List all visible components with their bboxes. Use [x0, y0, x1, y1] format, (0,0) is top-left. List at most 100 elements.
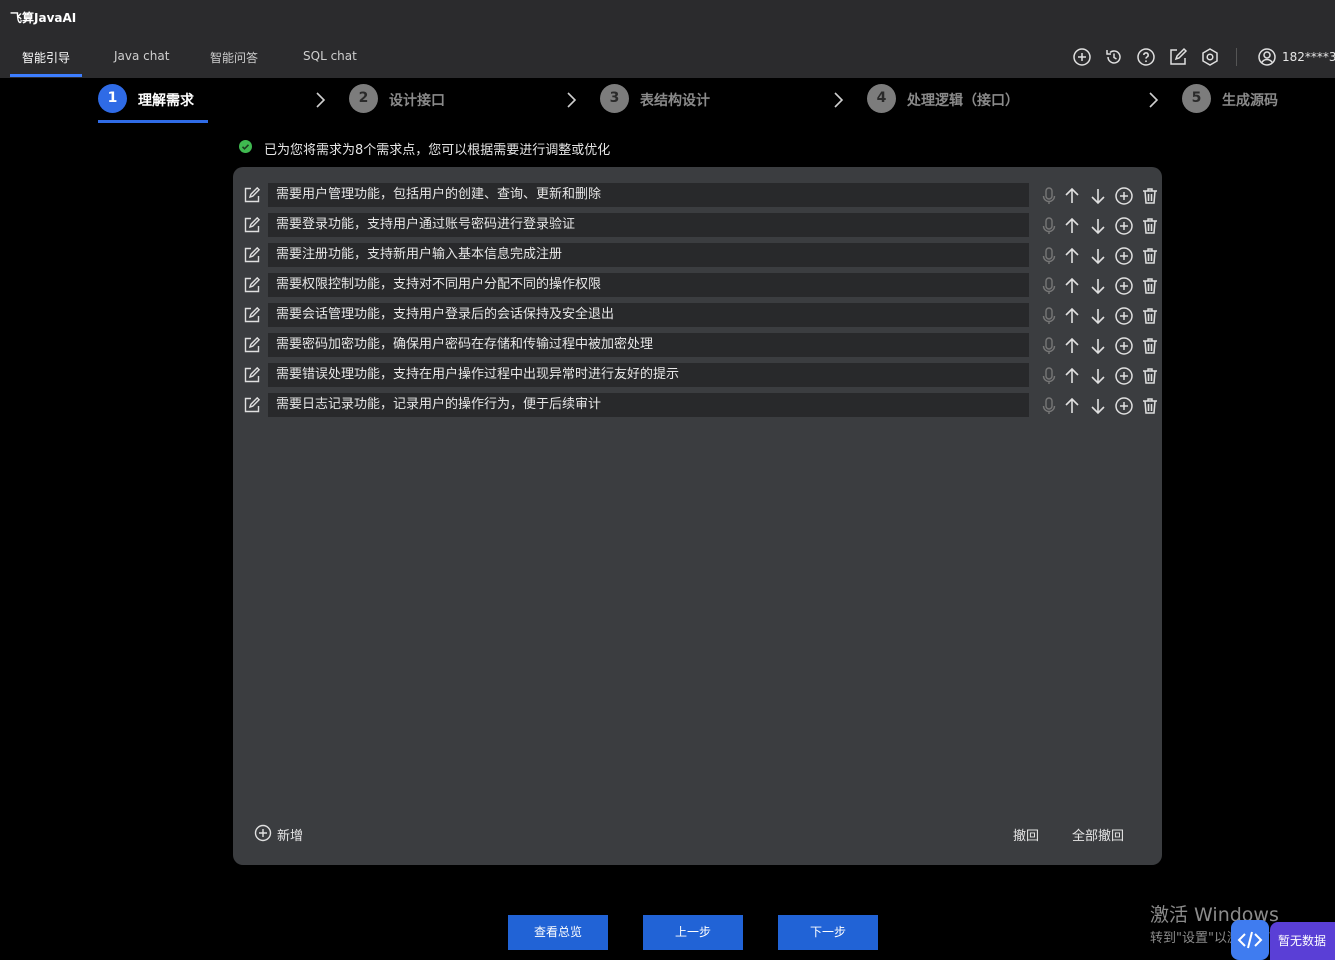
edit-icon[interactable]	[243, 366, 261, 384]
step-1-number: 1	[98, 84, 127, 113]
prev-step-button[interactable]: 上一步	[643, 915, 743, 950]
trash-icon[interactable]	[1140, 186, 1160, 206]
microphone-icon[interactable]	[1039, 186, 1059, 206]
microphone-icon[interactable]	[1039, 336, 1059, 356]
next-step-button[interactable]: 下一步	[778, 915, 878, 950]
plus-circle-icon[interactable]	[1072, 47, 1092, 67]
arrow-up-icon[interactable]	[1062, 276, 1082, 296]
microphone-icon[interactable]	[1039, 276, 1059, 296]
requirement-row: 需要权限控制功能，支持对不同用户分配不同的操作权限	[243, 273, 1157, 299]
step-2-label[interactable]: 设计接口	[389, 90, 445, 110]
step-1-label[interactable]: 理解需求	[138, 90, 194, 110]
requirement-row: 需要日志记录功能，记录用户的操作行为，便于后续审计	[243, 393, 1157, 419]
step-4-label[interactable]: 处理逻辑（接口）	[907, 90, 1019, 110]
requirement-input[interactable]: 需要权限控制功能，支持对不同用户分配不同的操作权限	[268, 273, 1029, 297]
active-tab-indicator	[10, 74, 82, 77]
edit-icon[interactable]	[1168, 47, 1188, 67]
undo-button[interactable]: 撤回	[1013, 825, 1039, 844]
arrow-up-icon[interactable]	[1062, 306, 1082, 326]
arrow-down-icon[interactable]	[1088, 396, 1108, 416]
arrow-down-icon[interactable]	[1088, 276, 1108, 296]
plus-circle-icon[interactable]	[1114, 186, 1134, 206]
trash-icon[interactable]	[1140, 336, 1160, 356]
plus-circle-icon[interactable]	[1114, 246, 1134, 266]
plus-circle-icon[interactable]	[1114, 306, 1134, 326]
requirement-input[interactable]: 需要日志记录功能，记录用户的操作行为，便于后续审计	[268, 393, 1029, 417]
plus-circle-icon[interactable]	[1114, 216, 1134, 236]
toolbar-divider	[1236, 48, 1237, 66]
requirement-input[interactable]: 需要会话管理功能，支持用户登录后的会话保持及安全退出	[268, 303, 1029, 327]
code-float-button[interactable]	[1231, 920, 1269, 960]
trash-icon[interactable]	[1140, 246, 1160, 266]
requirement-row: 需要会话管理功能，支持用户登录后的会话保持及安全退出	[243, 303, 1157, 329]
arrow-down-icon[interactable]	[1088, 246, 1108, 266]
settings-icon[interactable]	[1200, 47, 1220, 67]
tab-smart-guide[interactable]: 智能引导	[22, 49, 70, 66]
history-icon[interactable]	[1104, 47, 1124, 67]
requirement-input[interactable]: 需要错误处理功能，支持在用户操作过程中出现异常时进行友好的提示	[268, 363, 1029, 387]
plus-circle-icon[interactable]	[1114, 336, 1134, 356]
requirements-panel: 需要用户管理功能，包括用户的创建、查询、更新和删除 需要登录功能，支持用户通过账号…	[233, 167, 1162, 865]
arrow-down-icon[interactable]	[1088, 306, 1108, 326]
arrow-down-icon[interactable]	[1088, 366, 1108, 386]
microphone-icon[interactable]	[1039, 216, 1059, 236]
user-name[interactable]: 182****35	[1282, 50, 1335, 64]
plus-circle-icon[interactable]	[1114, 276, 1134, 296]
requirement-input[interactable]: 需要登录功能，支持用户通过账号密码进行登录验证	[268, 213, 1029, 237]
tab-java-chat[interactable]: Java chat	[114, 49, 169, 63]
edit-icon[interactable]	[243, 216, 261, 234]
microphone-icon[interactable]	[1039, 396, 1059, 416]
tab-sql-chat[interactable]: SQL chat	[303, 49, 357, 63]
requirement-row: 需要密码加密功能，确保用户密码在存储和传输过程中被加密处理	[243, 333, 1157, 359]
arrow-up-icon[interactable]	[1062, 216, 1082, 236]
trash-icon[interactable]	[1140, 276, 1160, 296]
arrow-up-icon[interactable]	[1062, 366, 1082, 386]
step-3-number: 3	[600, 84, 629, 113]
plus-circle-icon[interactable]	[254, 824, 272, 842]
active-step-indicator	[98, 120, 208, 123]
undo-all-button[interactable]: 全部撤回	[1072, 825, 1124, 844]
trash-icon[interactable]	[1140, 306, 1160, 326]
trash-icon[interactable]	[1140, 396, 1160, 416]
step-3-label[interactable]: 表结构设计	[640, 90, 710, 110]
microphone-icon[interactable]	[1039, 246, 1059, 266]
edit-icon[interactable]	[243, 396, 261, 414]
microphone-icon[interactable]	[1039, 306, 1059, 326]
step-5-number: 5	[1182, 84, 1211, 113]
requirement-input[interactable]: 需要注册功能，支持新用户输入基本信息完成注册	[268, 243, 1029, 267]
plus-circle-icon[interactable]	[1114, 396, 1134, 416]
plus-circle-icon[interactable]	[1114, 366, 1134, 386]
chevron-right-icon	[315, 90, 327, 110]
arrow-up-icon[interactable]	[1062, 246, 1082, 266]
arrow-down-icon[interactable]	[1088, 186, 1108, 206]
requirement-row: 需要用户管理功能，包括用户的创建、查询、更新和删除	[243, 183, 1157, 209]
view-overview-button[interactable]: 查看总览	[508, 915, 608, 950]
chevron-right-icon	[833, 90, 845, 110]
edit-icon[interactable]	[243, 186, 261, 204]
edit-icon[interactable]	[243, 336, 261, 354]
arrow-up-icon[interactable]	[1062, 186, 1082, 206]
trash-icon[interactable]	[1140, 216, 1160, 236]
arrow-up-icon[interactable]	[1062, 396, 1082, 416]
success-check-icon	[239, 140, 252, 153]
requirement-input[interactable]: 需要用户管理功能，包括用户的创建、查询、更新和删除	[268, 183, 1029, 207]
notice-text: 已为您将需求为8个需求点，您可以根据需要进行调整或优化	[264, 143, 611, 158]
add-requirement-button[interactable]: 新增	[277, 825, 303, 844]
edit-icon[interactable]	[243, 276, 261, 294]
requirement-row: 需要注册功能，支持新用户输入基本信息完成注册	[243, 243, 1157, 269]
arrow-down-icon[interactable]	[1088, 336, 1108, 356]
step-4-number: 4	[867, 84, 896, 113]
requirement-input[interactable]: 需要密码加密功能，确保用户密码在存储和传输过程中被加密处理	[268, 333, 1029, 357]
edit-icon[interactable]	[243, 246, 261, 264]
arrow-down-icon[interactable]	[1088, 216, 1108, 236]
arrow-up-icon[interactable]	[1062, 336, 1082, 356]
chevron-right-icon	[1148, 90, 1160, 110]
step-5-label[interactable]: 生成源码	[1222, 90, 1278, 110]
user-circle-icon[interactable]	[1257, 47, 1277, 67]
edit-icon[interactable]	[243, 306, 261, 324]
no-data-float[interactable]: 暂无数据	[1270, 922, 1335, 960]
help-icon[interactable]	[1136, 47, 1156, 67]
microphone-icon[interactable]	[1039, 366, 1059, 386]
tab-smart-qa[interactable]: 智能问答	[210, 49, 258, 66]
trash-icon[interactable]	[1140, 366, 1160, 386]
